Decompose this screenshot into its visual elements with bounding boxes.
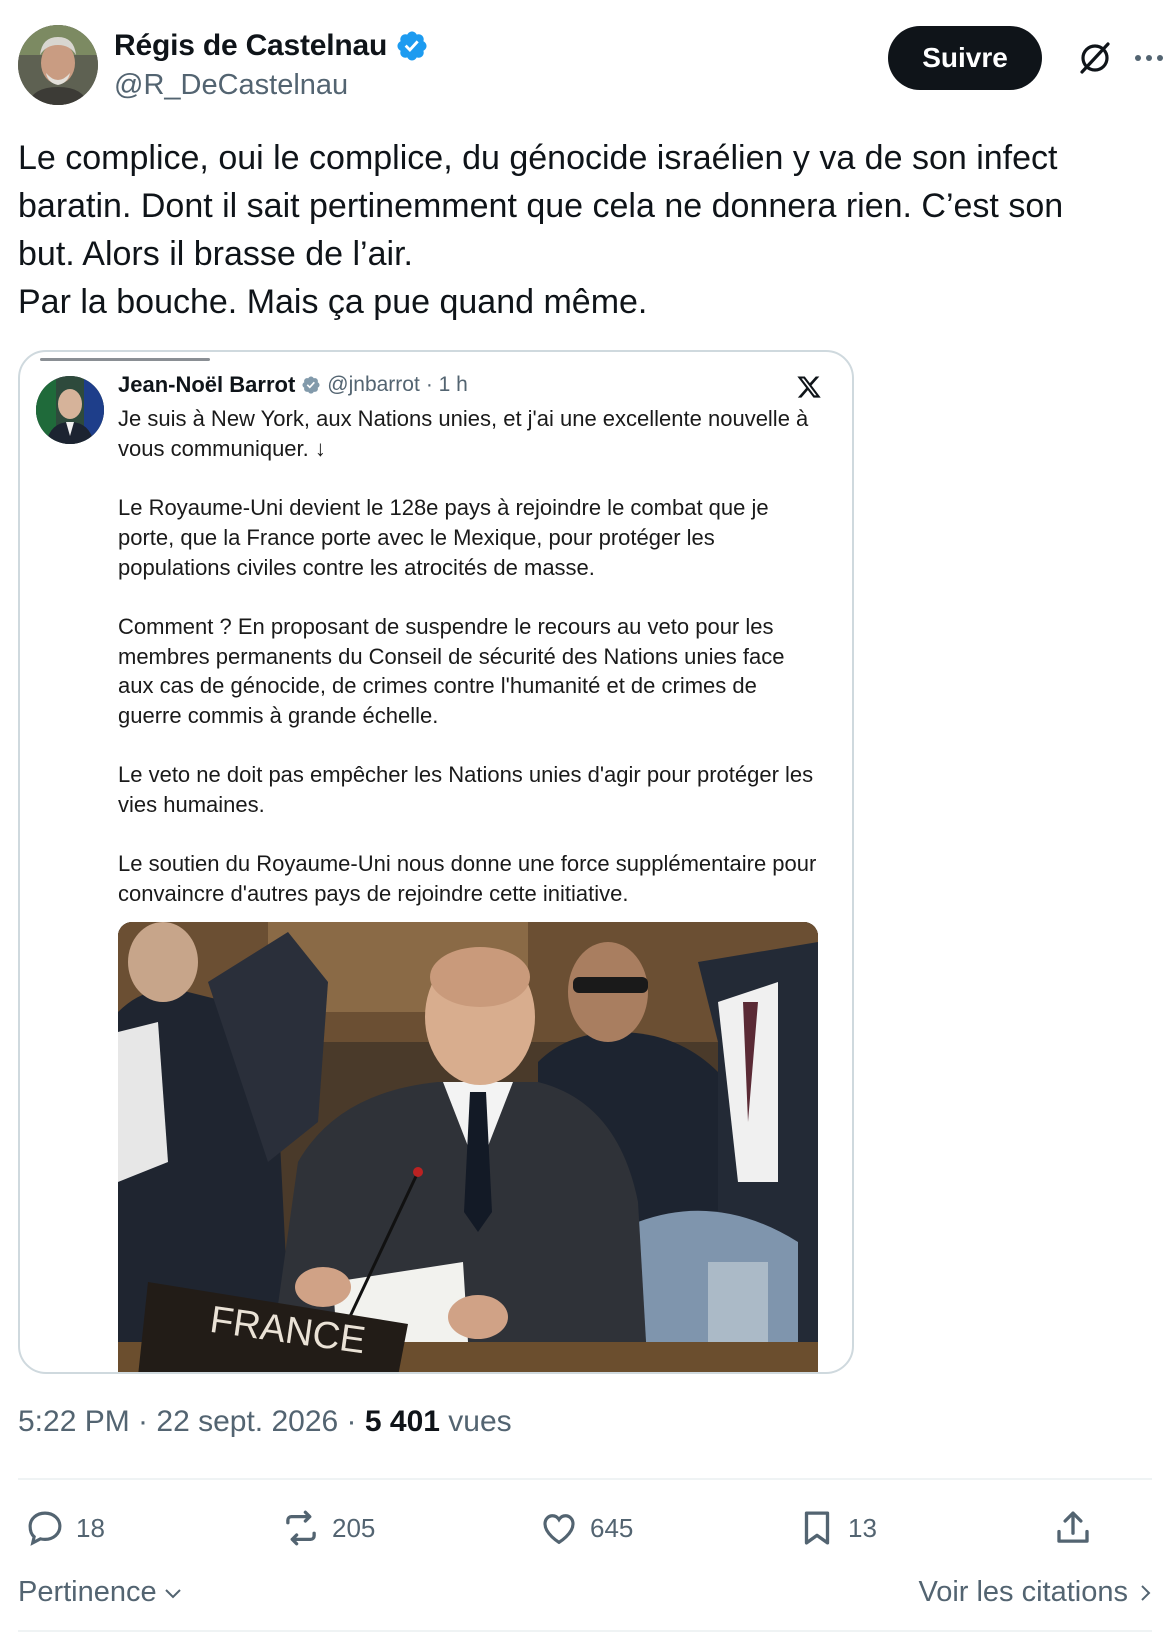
like-button[interactable]: 645 bbox=[538, 1505, 633, 1551]
tweet-header: Régis de Castelnau @R_DeCastelnau Suivre bbox=[18, 25, 1163, 107]
quote-text: Je suis à New York, aux Nations unies, e… bbox=[118, 404, 818, 909]
quote-top-bar bbox=[40, 358, 210, 361]
author-name[interactable]: Régis de Castelnau bbox=[114, 29, 387, 63]
view-quotes-link[interactable]: Voir les citations bbox=[918, 1576, 1156, 1609]
quote-author-name[interactable]: Jean-Noël Barrot bbox=[118, 372, 295, 398]
quote-line: membres permanents du Conseil de sécurit… bbox=[118, 643, 785, 669]
repost-count: 205 bbox=[332, 1512, 376, 1543]
author-handle[interactable]: @R_DeCastelnau bbox=[114, 69, 348, 102]
reply-icon bbox=[28, 1511, 62, 1546]
share-icon bbox=[1057, 1511, 1089, 1543]
verified-badge-icon bbox=[397, 31, 427, 61]
bookmark-count: 13 bbox=[848, 1512, 877, 1543]
like-count: 645 bbox=[590, 1512, 634, 1543]
heart-icon bbox=[543, 1514, 575, 1545]
quote-line: Le veto ne doit pas empêcher les Nations… bbox=[118, 762, 814, 788]
tweet-line: Par la bouche. Mais ça pue quand même. bbox=[18, 283, 648, 321]
quote-line: convaincre d'autres pays de rejoindre ce… bbox=[118, 881, 629, 907]
quote-line: aux cas de génocide, de crimes contre l'… bbox=[118, 673, 757, 699]
tweet-line: but. Alors il brasse de l’air. bbox=[18, 235, 413, 273]
quote-line: vies humaines. bbox=[118, 792, 265, 818]
action-bar: 18 205 645 13 bbox=[18, 1505, 1152, 1555]
views-label: vues bbox=[439, 1405, 512, 1438]
reply-count: 18 bbox=[76, 1512, 105, 1543]
bookmark-icon bbox=[804, 1511, 830, 1545]
tweet-line: baratin. Dont il sait pertinemment que c… bbox=[18, 187, 1064, 225]
tweet-timestamp: 5:22 PM · 22 sept. 2026 · 5 401 vues bbox=[18, 1405, 512, 1439]
quote-line: guerre commis à grande échelle. bbox=[118, 703, 439, 728]
tweet-time[interactable]: 5:22 PM · 22 sept. 2026 · bbox=[18, 1405, 365, 1438]
reply-button[interactable]: 18 bbox=[24, 1505, 105, 1551]
grok-icon[interactable] bbox=[1076, 39, 1114, 77]
divider bbox=[18, 1478, 1152, 1480]
quote-photo[interactable]: FRANCE bbox=[118, 922, 818, 1372]
quote-time: · 1 h bbox=[425, 373, 468, 396]
quote-line: vous communiquer. ↓ bbox=[118, 435, 326, 461]
bookmark-button[interactable]: 13 bbox=[796, 1505, 877, 1551]
quote-line: porte, que la France porte avec le Mexiq… bbox=[118, 524, 715, 550]
more-icon[interactable] bbox=[1132, 43, 1166, 73]
gray-verified-badge-icon bbox=[302, 376, 320, 394]
author-avatar[interactable] bbox=[18, 25, 98, 105]
sort-dropdown[interactable]: Pertinence bbox=[18, 1576, 185, 1609]
follow-button[interactable]: Suivre bbox=[888, 26, 1042, 90]
chevron-right-icon bbox=[1141, 1584, 1151, 1601]
quote-line: Le Royaume-Uni devient le 128e pays à re… bbox=[118, 495, 769, 521]
share-button[interactable] bbox=[1052, 1505, 1094, 1551]
sort-label: Pertinence bbox=[18, 1576, 157, 1608]
tweet-line: Le complice, oui le complice, du génocid… bbox=[18, 139, 1058, 177]
quoted-tweet-card[interactable]: Jean-Noël Barrot @jnbarrot · 1 h Je suis… bbox=[18, 350, 854, 1374]
view-quotes-label: Voir les citations bbox=[918, 1576, 1128, 1608]
quote-line: Je suis à New York, aux Nations unies, e… bbox=[118, 406, 809, 431]
quote-line: populations civiles contre les atrocités… bbox=[118, 554, 595, 580]
quote-author-handle[interactable]: @jnbarrot bbox=[327, 373, 420, 397]
quote-line: Comment ? En proposant de suspendre le r… bbox=[118, 613, 774, 639]
views-count: 5 401 bbox=[364, 1405, 440, 1438]
repost-button[interactable]: 205 bbox=[280, 1505, 375, 1551]
repost-icon bbox=[286, 1510, 316, 1546]
quote-author-avatar[interactable] bbox=[36, 376, 104, 444]
x-logo-icon bbox=[797, 376, 821, 398]
tweet-text: Le complice, oui le complice, du génocid… bbox=[18, 134, 1128, 326]
chevron-down-icon bbox=[164, 1588, 181, 1598]
quote-line: Le soutien du Royaume-Uni nous donne une… bbox=[118, 851, 817, 877]
